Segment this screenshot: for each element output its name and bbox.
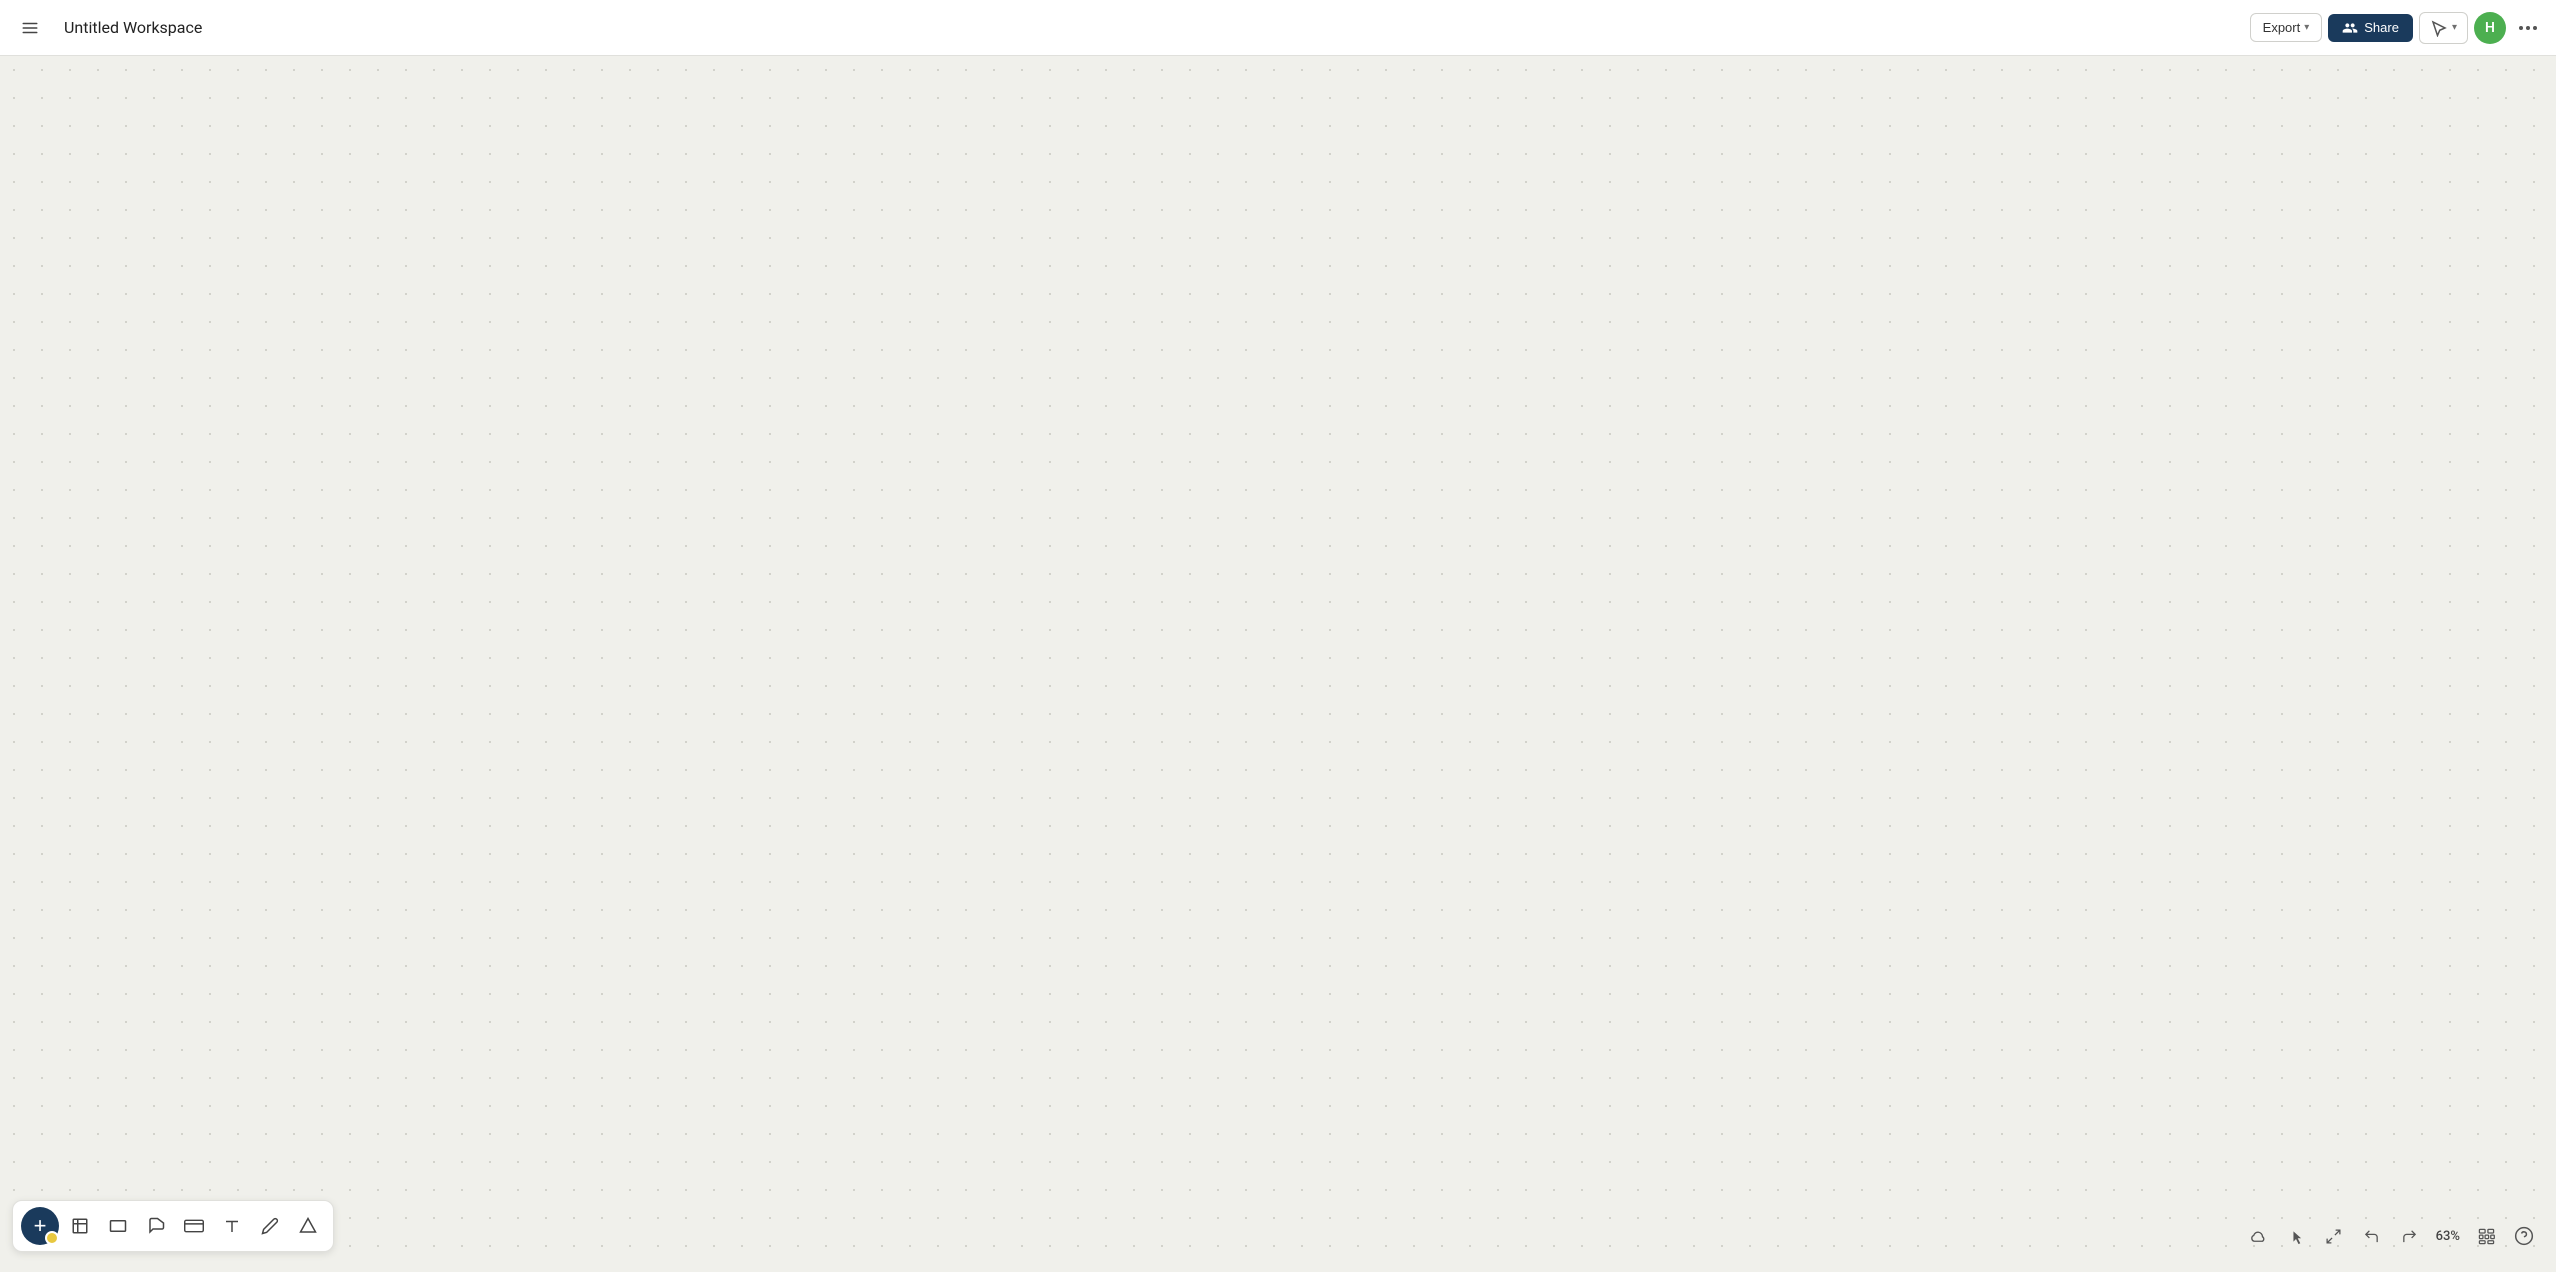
undo-icon	[2363, 1228, 2380, 1245]
frame-tool-button[interactable]	[63, 1209, 97, 1243]
redo-icon	[2401, 1228, 2418, 1245]
redo-button[interactable]	[2394, 1220, 2426, 1252]
hamburger-icon	[21, 19, 39, 37]
frame-tool-icon	[71, 1217, 89, 1235]
text-tool-icon	[223, 1217, 241, 1235]
share-button[interactable]: Share	[2328, 14, 2413, 42]
add-button[interactable]: +	[21, 1207, 59, 1245]
avatar[interactable]: H	[2474, 12, 2506, 44]
rectangle-tool-button[interactable]	[101, 1209, 135, 1243]
bottom-right-controls: 63%	[2242, 1220, 2540, 1252]
export-button[interactable]: Export ▾	[2250, 13, 2323, 42]
cloud-icon	[2249, 1229, 2267, 1243]
menu-button[interactable]	[12, 10, 48, 46]
keyboard-shortcuts-button[interactable]	[2470, 1220, 2502, 1252]
share-people-icon	[2342, 20, 2358, 36]
header-left: Untitled Workspace	[12, 10, 236, 46]
more-dots-icon	[2519, 26, 2537, 30]
rectangle-tool-icon	[109, 1219, 127, 1233]
header-actions: Export ▾ Share ▾ H	[2250, 12, 2544, 44]
collaborate-button[interactable]: ▾	[2419, 12, 2468, 44]
more-options-button[interactable]	[2512, 12, 2544, 44]
grid-icon	[2478, 1228, 2495, 1245]
sticky-tool-button[interactable]	[139, 1209, 173, 1243]
expand-icon	[2325, 1228, 2342, 1245]
fit-view-button[interactable]	[2318, 1220, 2350, 1252]
help-button[interactable]	[2508, 1220, 2540, 1252]
undo-button[interactable]	[2356, 1220, 2388, 1252]
help-icon	[2514, 1226, 2534, 1246]
top-header: Untitled Workspace Export ▾ Share ▾ H	[0, 0, 2556, 56]
card-tool-button[interactable]	[177, 1209, 211, 1243]
canvas-area[interactable]	[0, 56, 2556, 1272]
shape-tool-icon	[299, 1217, 317, 1235]
pen-tool-icon	[261, 1217, 279, 1235]
workspace-title[interactable]: Untitled Workspace	[56, 14, 236, 41]
cursor-tool-button[interactable]	[2280, 1220, 2312, 1252]
collaborate-icon	[2430, 19, 2448, 37]
export-label: Export	[2263, 20, 2301, 35]
collaborate-chevron-icon: ▾	[2452, 22, 2457, 33]
zoom-level[interactable]: 63%	[2432, 1229, 2464, 1244]
add-icon: +	[34, 1213, 47, 1239]
cloud-save-button[interactable]	[2242, 1220, 2274, 1252]
card-tool-icon	[184, 1219, 204, 1233]
text-tool-button[interactable]	[215, 1209, 249, 1243]
cursor-icon	[2289, 1228, 2303, 1245]
shape-tool-button[interactable]	[291, 1209, 325, 1243]
pen-tool-button[interactable]	[253, 1209, 287, 1243]
export-chevron-icon: ▾	[2304, 22, 2309, 33]
share-label: Share	[2364, 20, 2399, 35]
bottom-toolbar: +	[12, 1200, 334, 1252]
sticky-tool-icon	[147, 1217, 165, 1235]
